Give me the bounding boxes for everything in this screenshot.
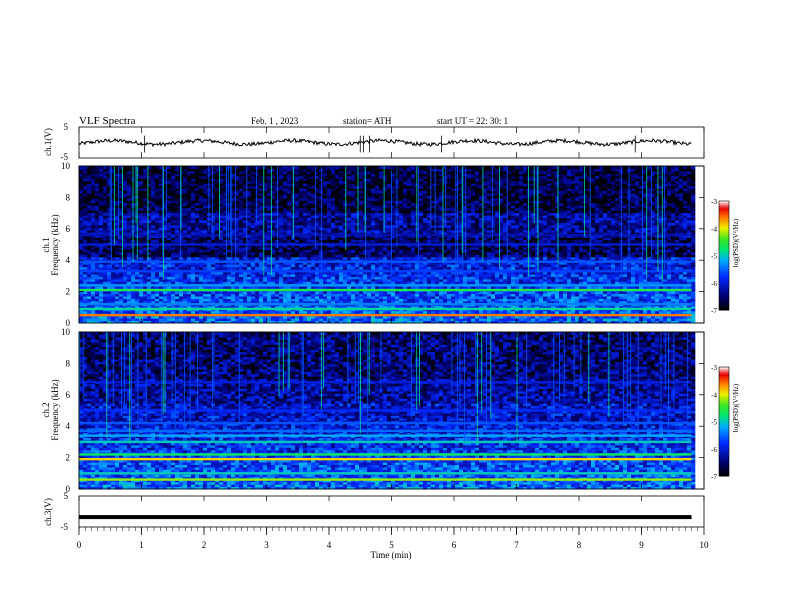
- start-time-label: start UT = 22: 30: 1: [437, 116, 508, 126]
- ch1-ytick-top: 5: [64, 122, 69, 132]
- station-label: station= ATH: [343, 116, 392, 126]
- ch1-spectrogram-panel: 0246810 ch.1 Frequency (kHz): [41, 161, 705, 328]
- date-label: Feb. 1 , 2023: [251, 116, 299, 126]
- spec1-image: [79, 166, 696, 324]
- figure-title: VLF Spectra: [79, 115, 136, 127]
- ch1-ylabel: ch.1(V): [43, 128, 53, 156]
- vlf-spectra-figure: VLF Spectra Feb. 1 , 2023 station= ATH s…: [41, 115, 740, 560]
- ch1-waveform-panel: 5 -5 ch.1(V): [43, 122, 705, 162]
